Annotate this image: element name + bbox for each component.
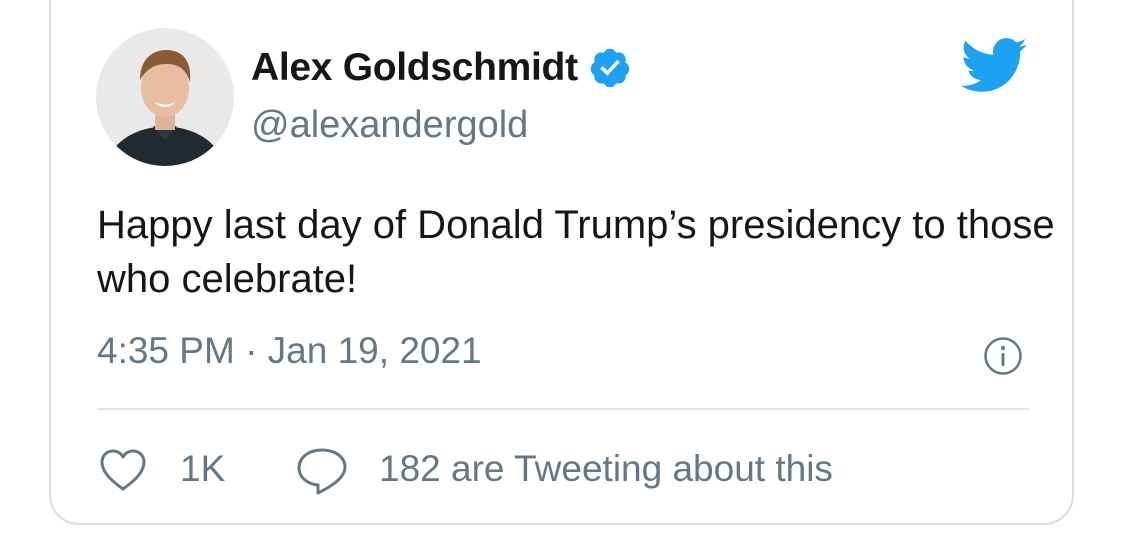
author-display-name[interactable]: Alex Goldschmidt [251, 46, 578, 90]
tweeting-about-link[interactable]: 182 are Tweeting about this [379, 448, 833, 490]
twitter-bird-icon[interactable] [958, 36, 1028, 94]
author-handle[interactable]: @alexandergold [251, 104, 528, 147]
speech-bubble-icon[interactable] [296, 446, 348, 496]
divider [97, 408, 1029, 410]
author-name-row[interactable]: Alex Goldschmidt [251, 46, 632, 90]
tweet-timestamp[interactable]: 4:35 PM · Jan 19, 2021 [97, 330, 482, 372]
verified-badge-icon [590, 48, 630, 88]
info-icon[interactable] [983, 336, 1023, 376]
tweet-text: Happy last day of Donald Trump’s preside… [97, 203, 1055, 301]
avatar[interactable] [96, 28, 234, 166]
like-count[interactable]: 1K [180, 448, 225, 490]
heart-icon[interactable] [99, 448, 147, 492]
